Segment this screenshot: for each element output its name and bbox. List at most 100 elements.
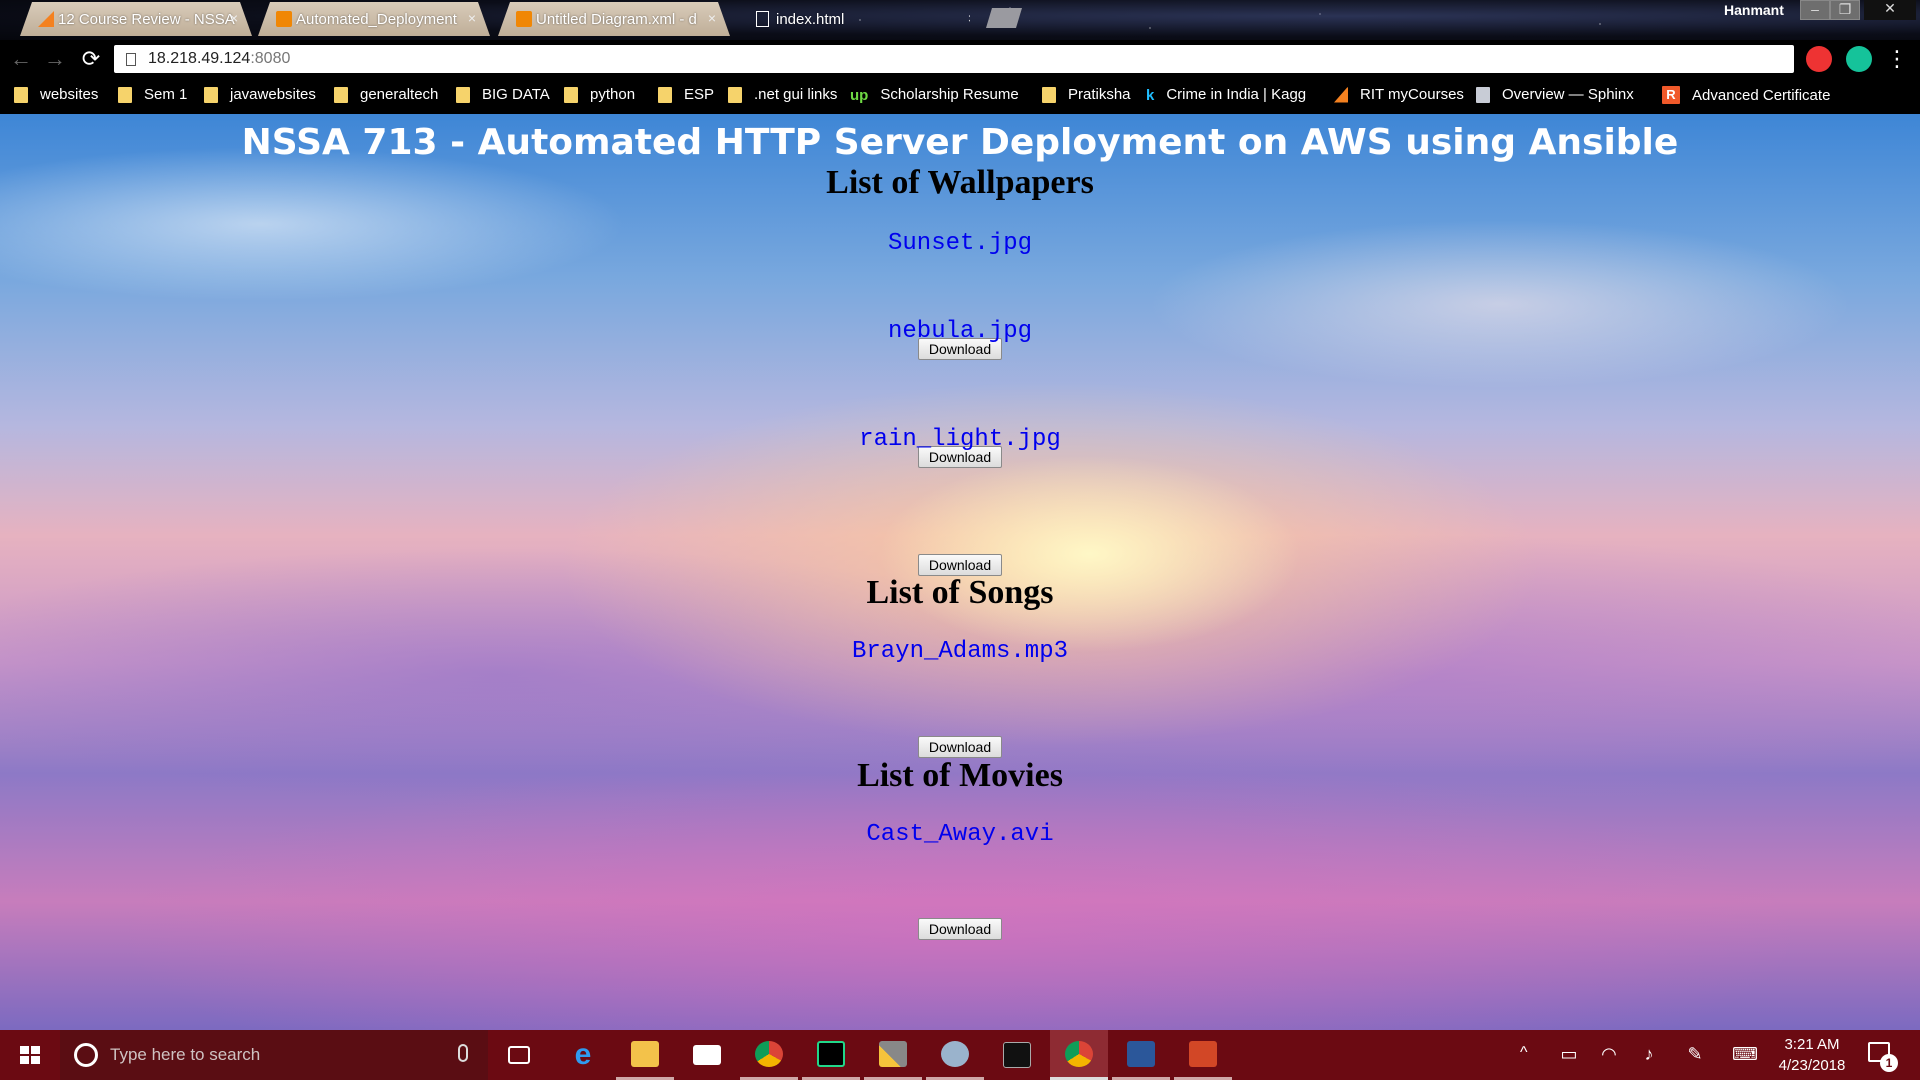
cortana-icon [74,1043,98,1067]
bookmark-crime-in-india[interactable]: k Crime in India | Kagg [1146,86,1307,104]
bookmark-generaltech[interactable]: generaltech [334,86,438,103]
touch-keyboard-icon[interactable]: ⌨ [1730,1044,1760,1066]
kaggle-icon: k [1146,86,1155,104]
tab-untitled-diagram[interactable]: Untitled Diagram.xml - d × [498,2,730,36]
folder-icon [14,86,28,103]
taskbar-app-powerpoint[interactable] [1174,1030,1232,1080]
address-bar[interactable]: 18.218.49.124:8080 [114,45,1794,73]
tab-course-review[interactable]: 12 Course Review - NSSA × [20,2,252,36]
task-view-button[interactable] [490,1030,548,1080]
bookmark-big-data[interactable]: BIG DATA [456,86,550,103]
start-button[interactable] [0,1030,60,1080]
mail-icon [693,1045,721,1065]
grammarly-extension-icon[interactable] [1846,46,1872,72]
taskbar-app-word[interactable] [1112,1030,1170,1080]
taskbar-app-tools[interactable] [864,1030,922,1080]
bookmark-sem-1[interactable]: Sem 1 [118,86,187,103]
microphone-icon[interactable] [458,1044,468,1062]
close-window-icon[interactable]: ✕ [1864,0,1916,20]
windows-logo-icon [20,1046,40,1064]
songs-heading: List of Songs [866,574,1054,611]
profile-name[interactable]: Hanmant [1724,2,1784,18]
bookmark-websites[interactable]: websites [14,86,98,103]
file-link-nebula[interactable]: nebula.jpg [0,318,1920,345]
new-tab-button[interactable] [986,8,1022,28]
url-host: 18.218.49.124 [148,50,251,67]
taskbar-search-box[interactable]: Type here to search [60,1030,488,1080]
notification-count-badge: 1 [1880,1054,1898,1072]
folder-icon [631,1040,659,1067]
taskbar-app-pycharm[interactable] [802,1030,860,1080]
folder-icon [658,86,672,103]
file-link-brayn-adams[interactable]: Brayn_Adams.mp3 [0,638,1920,665]
tab-close-icon[interactable]: × [968,10,970,26]
mycourses-favicon-icon [38,11,54,27]
bookmark-label: python [590,86,636,103]
bookmark-advanced-certificate[interactable]: R Advanced Certificate [1662,86,1830,104]
tab-automated-deployment[interactable]: Automated_Deployment × [258,2,490,36]
bookmark-overview-sphinx[interactable]: Overview — Sphinx [1476,86,1634,103]
bookmark-rit-mycourses[interactable]: RIT myCourses [1334,86,1464,103]
back-arrow-icon[interactable]: ← [8,46,34,72]
taskbar-app-chrome-active[interactable] [1050,1030,1108,1080]
bookmark-label: Sem 1 [144,86,188,103]
bookmark-label: Advanced Certificate [1692,86,1831,104]
tab-close-icon[interactable]: × [230,10,238,26]
bookmark-label: RIT myCourses [1360,86,1464,103]
bookmark-javawebsites[interactable]: javawebsites [204,86,316,103]
clock-time[interactable]: 3:21 AM [1770,1036,1854,1053]
page-title: NSSA 713 - Automated HTTP Server Deploym… [241,122,1679,163]
d2l-icon [1334,86,1348,103]
chrome-menu-icon[interactable]: ⋮ [1884,46,1910,72]
volume-icon[interactable]: ♪ [1638,1044,1660,1066]
battery-icon[interactable]: ▭ [1558,1044,1580,1066]
r-icon: R [1662,86,1680,104]
bookmark-net-gui-links[interactable]: .net gui links [728,86,837,103]
tab-label: Untitled Diagram.xml - d [536,10,697,28]
forward-arrow-icon[interactable]: → [42,46,68,72]
folder-icon [564,86,578,103]
pen-workspace-icon[interactable]: ✎ [1684,1044,1706,1066]
bookmark-label: generaltech [360,86,439,103]
file-link-sunset[interactable]: Sunset.jpg [0,230,1920,257]
bookmark-label: websites [40,86,99,103]
tab-label: 12 Course Review - NSSA [58,10,235,28]
restore-window-icon[interactable]: ❐ [1830,0,1860,20]
taskbar-app-terminal[interactable] [988,1030,1046,1080]
sphinx-icon [1476,86,1490,103]
download-button[interactable]: Download [918,554,1002,576]
taskbar-app-rstudio[interactable] [926,1030,984,1080]
tab-close-icon[interactable]: × [468,10,476,26]
taskbar-app-chrome[interactable] [740,1030,798,1080]
windows-taskbar: Type here to search e ^ ▭ ◠ ♪ ✎ ⌨ 3:21 A… [0,1030,1920,1080]
tab-index-html[interactable]: index.html × [738,2,970,36]
download-button[interactable]: Download [918,918,1002,940]
show-hidden-icons-chevron-icon[interactable]: ^ [1520,1044,1528,1062]
chrome-icon [755,1040,783,1067]
reload-icon[interactable]: ⟳ [78,46,104,72]
clock-date[interactable]: 4/23/2018 [1770,1057,1854,1074]
bookmark-label: Crime in India | Kagg [1166,86,1307,103]
wifi-icon[interactable]: ◠ [1598,1044,1620,1066]
adblock-extension-icon[interactable] [1806,46,1832,72]
minimize-window-icon[interactable]: – [1800,0,1830,20]
download-button[interactable]: Download [918,736,1002,758]
terminal-icon [1003,1042,1031,1068]
pycharm-icon [817,1040,845,1067]
bookmark-pratiksha[interactable]: Pratiksha [1042,86,1131,103]
bookmark-scholarship-resume[interactable]: up Scholarship Resume [850,86,1019,104]
bookmark-esp[interactable]: ESP [658,86,714,103]
tab-close-icon[interactable]: × [708,10,716,26]
taskbar-app-edge[interactable]: e [554,1030,612,1080]
tools-icon [879,1040,907,1067]
edge-icon: e [574,1038,592,1071]
browser-tab-strip: 12 Course Review - NSSA × Automated_Depl… [0,0,1920,40]
folder-icon [118,86,132,103]
file-link-rain-light[interactable]: rain_light.jpg [0,426,1920,453]
bookmark-python[interactable]: python [564,86,635,103]
chrome-icon [1065,1040,1093,1067]
taskbar-app-mail[interactable] [678,1030,736,1080]
file-link-cast-away[interactable]: Cast_Away.avi [0,821,1920,848]
taskbar-app-file-explorer[interactable] [616,1030,674,1080]
page-info-icon[interactable] [126,52,136,66]
